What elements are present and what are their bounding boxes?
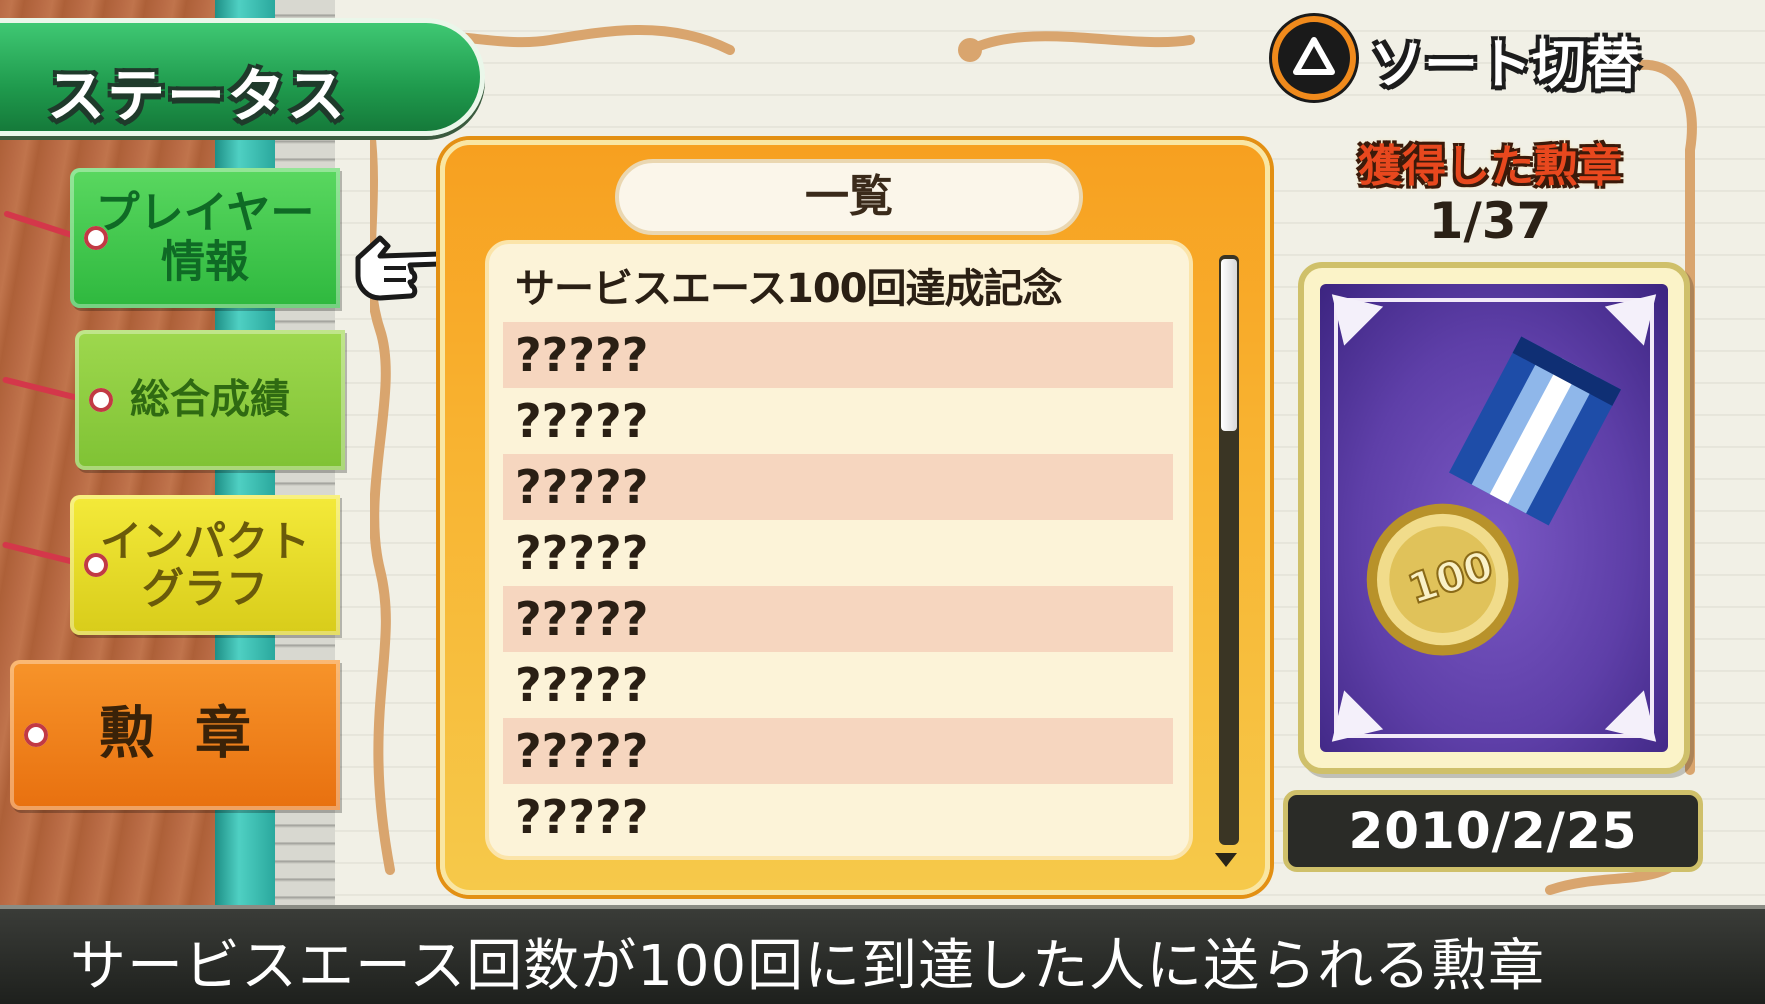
list-header: 一覧 (615, 159, 1083, 235)
tab-medals-label: 勲章 (99, 701, 291, 767)
list-item[interactable]: ????? (503, 388, 1173, 454)
medal-earned-date: 2010/2/25 (1283, 790, 1703, 872)
list-item[interactable]: ????? (503, 454, 1173, 520)
tab-overall[interactable]: 総合成績 (75, 330, 345, 470)
list-item[interactable]: ????? (503, 322, 1173, 388)
service-ace-100-medal-icon: 100 (1331, 294, 1657, 742)
medal-description: サービスエース回数が100回に到達した人に送られる勲章 (70, 934, 1546, 999)
tab-impact-graph-label: インパクト グラフ (99, 516, 310, 613)
tab-impact-graph[interactable]: インパクト グラフ (70, 495, 340, 635)
tab-overall-label: 総合成績 (130, 376, 290, 423)
screen-title: ステータス (47, 62, 348, 130)
list-item[interactable]: ????? (503, 652, 1173, 718)
medal-list-panel: 一覧 サービスエース100回達成記念 ????? ????? ????? ???… (440, 140, 1270, 895)
scroll-down-arrow-icon[interactable] (1215, 853, 1237, 867)
scroll-thumb[interactable] (1221, 259, 1237, 431)
description-bar: サービスエース回数が100回に到達した人に送られる勲章 (0, 905, 1765, 1004)
earned-medals-count: 1/37 (1428, 192, 1552, 250)
screen-title-banner: ステータス (0, 18, 485, 136)
list-item[interactable]: ????? (503, 784, 1173, 850)
tab-player-info-label: プレイヤー 情報 (95, 187, 315, 288)
earned-medals-title: 獲得した勲章 (1358, 141, 1622, 192)
sort-switch-label: ソート切替 (1370, 33, 1640, 96)
list-item[interactable]: ????? (503, 718, 1173, 784)
list-scrollbar[interactable] (1219, 255, 1239, 845)
list-item-selected[interactable]: サービスエース100回達成記念 (503, 256, 1173, 322)
list-item[interactable]: ????? (503, 586, 1173, 652)
tab-player-info[interactable]: プレイヤー 情報 (70, 168, 340, 308)
pointer-hand-icon (355, 235, 449, 301)
medal-list: サービスエース100回達成記念 ????? ????? ????? ????? … (485, 240, 1193, 860)
medal-image-area: 100 (1320, 284, 1668, 752)
tab-medals[interactable]: 勲章 (10, 660, 340, 810)
triangle-button-icon (1278, 22, 1350, 94)
list-item[interactable]: ????? (503, 520, 1173, 586)
medal-display-card: 100 (1298, 262, 1690, 774)
